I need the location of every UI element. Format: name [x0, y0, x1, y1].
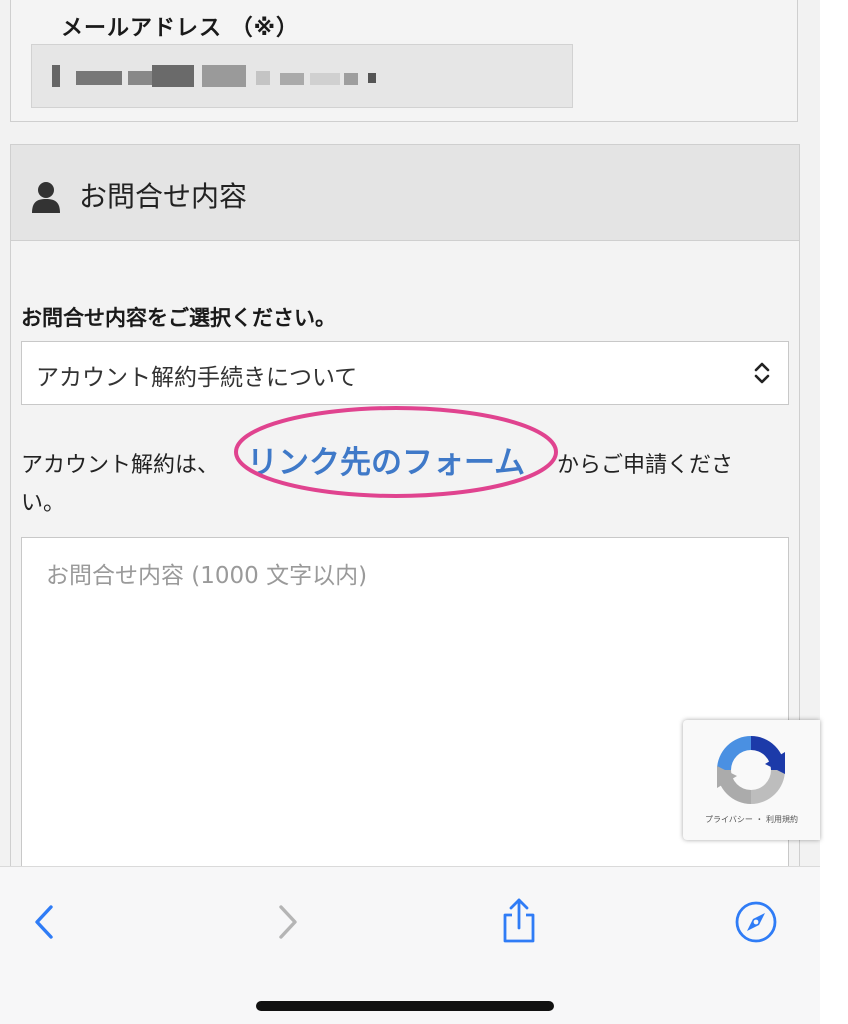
pixelated-text — [280, 73, 304, 85]
recaptcha-badge[interactable]: プライバシー ・ 利用規約 — [683, 720, 820, 840]
pixelated-text — [310, 73, 340, 85]
pixelated-text — [76, 71, 122, 85]
inquiry-header: お問合せ内容 — [11, 145, 799, 241]
note-line2: い。 — [21, 491, 66, 516]
back-chevron-icon[interactable] — [20, 897, 70, 947]
pixelated-text — [152, 65, 194, 87]
inquiry-type-select[interactable]: アカウント解約手続きについて — [21, 341, 789, 405]
note-prefix: アカウント解約は、 — [21, 453, 220, 478]
forward-chevron-icon[interactable] — [262, 897, 312, 947]
email-label: メールアドレス （※） — [61, 16, 300, 41]
share-icon[interactable] — [494, 897, 544, 947]
pixelated-text — [368, 73, 376, 83]
email-section: メールアドレス （※） — [10, 0, 798, 122]
email-field[interactable] — [31, 44, 573, 108]
person-icon — [32, 182, 60, 213]
highlight-ellipse — [234, 406, 558, 498]
compass-icon[interactable] — [731, 897, 781, 947]
select-value: アカウント解約手続きについて — [36, 365, 358, 391]
recaptcha-footer[interactable]: プライバシー ・ 利用規約 — [683, 814, 820, 825]
pixelated-text — [256, 71, 270, 85]
inquiry-textarea[interactable]: お問合せ内容 (1000 文字以内) — [21, 537, 789, 897]
textarea-placeholder: お問合せ内容 (1000 文字以内) — [46, 563, 368, 589]
recaptcha-icon — [717, 736, 785, 804]
home-indicator — [256, 1001, 554, 1011]
inquiry-section: お問合せ内容 お問合せ内容をご選択ください。 アカウント解約手続きについて アカ… — [10, 144, 800, 897]
select-label: お問合せ内容をご選択ください。 — [21, 306, 336, 330]
browser-toolbar — [0, 866, 820, 1024]
pixelated-text — [128, 71, 154, 85]
right-gutter — [820, 0, 848, 1024]
pixelated-text — [344, 73, 358, 85]
inquiry-title: お問合せ内容 — [79, 180, 248, 213]
pixelated-text — [52, 65, 60, 87]
select-arrows-icon — [754, 362, 770, 384]
pixelated-text — [202, 65, 246, 87]
note-suffix: からご申請くださ — [557, 453, 734, 478]
